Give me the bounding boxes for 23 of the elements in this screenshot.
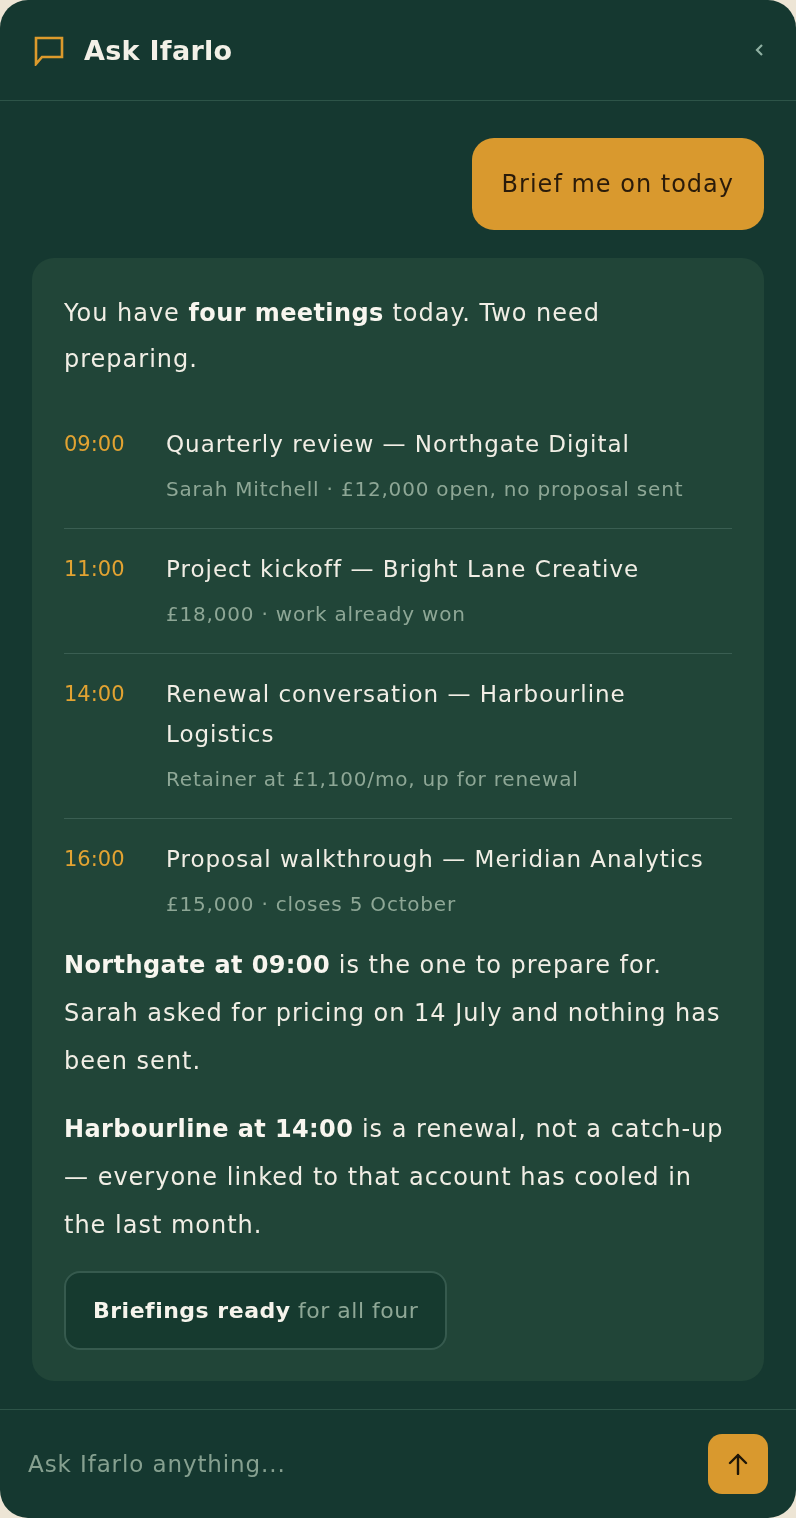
meeting-detail: £15,000 · closes 5 October bbox=[166, 891, 457, 918]
meeting-title: Project kickoff — Bright Lane Creative bbox=[166, 555, 641, 584]
meeting-title: Proposal walkthrough — Meridian Analytics bbox=[166, 845, 705, 874]
meeting-time: 14:00 bbox=[64, 681, 126, 708]
message-input[interactable]: Ask Ifarlo anything... bbox=[28, 1444, 692, 1484]
briefings-button[interactable]: Briefings ready for all four bbox=[64, 1271, 448, 1350]
message-text: Northgate at 09:00 is the one to prepare for. Sarah asked for pricing on 14 July and nothing has been sent. bbox=[64, 950, 722, 1077]
meeting-title: Renewal conversation — Harbourline Logistics bbox=[166, 680, 627, 749]
meeting-title: Quarterly review — Northgate Digital bbox=[166, 430, 631, 459]
meeting-time: 16:00 bbox=[64, 846, 126, 873]
meeting-time: 11:00 bbox=[64, 556, 126, 583]
chat-bubble-icon bbox=[34, 36, 64, 66]
panel-title: Ask Ifarlo bbox=[84, 34, 234, 66]
meeting-detail: £18,000 · work already won bbox=[166, 601, 467, 628]
send-button[interactable] bbox=[708, 1434, 768, 1494]
meeting-detail: Sarah Mitchell · £12,000 open, no proposal sent bbox=[166, 476, 685, 503]
message-text: You have four meetings today. Two need preparing. bbox=[64, 298, 602, 375]
user-message: Brief me on today bbox=[471, 138, 764, 230]
message-text: Harbourline at 14:00 is a renewal, not a catch-up — everyone linked to that account has cooled in the last month. bbox=[64, 1114, 725, 1241]
arrow-up-icon bbox=[728, 1453, 748, 1475]
chevron-left-icon[interactable] bbox=[754, 43, 764, 57]
meeting-detail: Retainer at £1,100/mo, up for renewal bbox=[166, 766, 580, 793]
meeting-time: 09:00 bbox=[64, 431, 126, 458]
